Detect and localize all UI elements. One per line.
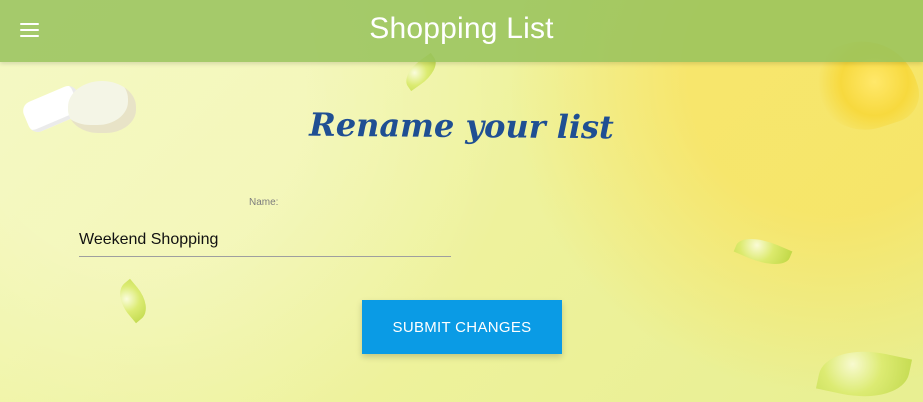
app-bar: Shopping List: [0, 0, 923, 62]
app-title: Shopping List: [369, 12, 554, 45]
submit-changes-button[interactable]: SUBMIT CHANGES: [362, 300, 562, 354]
list-name-input[interactable]: [79, 224, 451, 257]
name-label: Name:: [249, 197, 279, 208]
